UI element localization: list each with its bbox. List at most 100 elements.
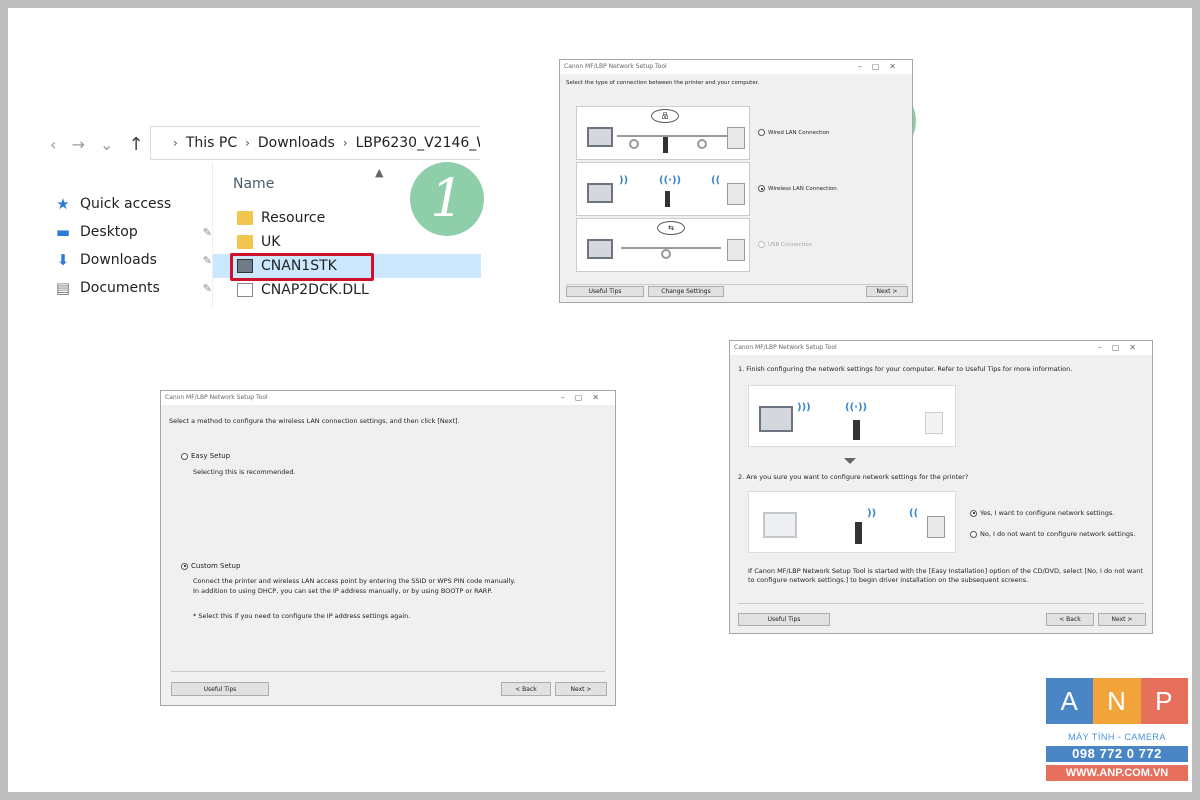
download-icon: ⬇ xyxy=(56,251,70,269)
chevron-right-icon: › xyxy=(342,136,348,150)
no-configure-option[interactable]: No, I do not want to configure network s… xyxy=(970,530,1136,538)
cable-loop xyxy=(629,139,639,149)
sidebar-item-desktop[interactable]: ▬ Desktop ✎ xyxy=(54,218,214,246)
dialog-title: Canon MF/LBP Network Setup Tool xyxy=(734,344,837,351)
back-button[interactable]: < Back xyxy=(1046,613,1094,626)
computer-icon xyxy=(587,239,613,259)
sidebar-item-label: Desktop xyxy=(80,224,138,240)
usb-option[interactable]: USB Connection xyxy=(758,241,812,248)
yes-configure-option[interactable]: Yes, I want to configure network setting… xyxy=(970,509,1114,517)
easy-setup-desc: Selecting this is recommended. xyxy=(193,468,296,476)
radio-button-selected[interactable] xyxy=(970,509,977,517)
sidebar-item-quick-access[interactable]: ★ Quick access xyxy=(54,190,214,218)
window-controls[interactable]: –▢✕ xyxy=(1098,343,1146,352)
radio-button-selected[interactable] xyxy=(181,562,188,570)
custom-setup-option[interactable]: Custom Setup xyxy=(181,562,240,570)
dialog-prompt: Select the type of connection between th… xyxy=(566,80,760,86)
desktop-icon: ▬ xyxy=(55,223,71,241)
printer-icon xyxy=(927,516,945,538)
wifi-wave-icon: (( xyxy=(909,508,919,519)
dialog-prompt: Select a method to configure the wireles… xyxy=(169,417,460,425)
up-arrow-icon[interactable]: ↑ xyxy=(129,134,144,155)
window-controls[interactable]: –▢✕ xyxy=(858,62,906,71)
printer-icon xyxy=(727,183,745,205)
wifi-wave-icon: (( xyxy=(711,175,721,186)
note-text: If Canon MF/LBP Network Setup Tool is st… xyxy=(748,567,1143,584)
column-header-name[interactable]: Name xyxy=(233,176,274,192)
address-bar[interactable]: › This PC › Downloads › LBP6230_V2146_W xyxy=(150,126,480,160)
sidebar-item-label: Downloads xyxy=(80,252,157,268)
confirm-network-dialog: Canon MF/LBP Network Setup Tool –▢✕ 1. F… xyxy=(729,340,1153,634)
pin-icon: ✎ xyxy=(202,225,212,239)
back-button[interactable]: < Back xyxy=(501,682,551,696)
radio-button[interactable] xyxy=(181,452,188,460)
dialog-title: Canon MF/LBP Network Setup Tool xyxy=(165,394,268,401)
computer-icon xyxy=(587,127,613,147)
forward-arrow-icon[interactable]: → xyxy=(72,135,85,154)
next-button[interactable]: Next > xyxy=(1098,613,1146,626)
computer-icon xyxy=(763,512,797,538)
change-settings-button[interactable]: Change Settings xyxy=(648,286,724,297)
radio-button-disabled[interactable] xyxy=(758,241,765,248)
router-icon xyxy=(663,137,668,153)
useful-tips-button[interactable]: Useful Tips xyxy=(738,613,830,626)
radio-button-selected[interactable] xyxy=(758,185,765,192)
logo-phone: 098 772 0 772 xyxy=(1046,746,1188,762)
dialog-titlebar: Canon MF/LBP Network Setup Tool –▢✕ xyxy=(730,341,1152,355)
chevron-right-icon: › xyxy=(173,136,178,150)
folder-icon xyxy=(237,235,253,249)
step1-text: 1. Finish configuring the network settin… xyxy=(738,365,1073,373)
useful-tips-button[interactable]: Useful Tips xyxy=(171,682,269,696)
printer-wifi-illustration: )) (( xyxy=(748,491,956,553)
computer-wifi-illustration: ))) ((·)) xyxy=(748,385,956,447)
back-arrow-icon[interactable]: ‹ xyxy=(50,135,56,154)
easy-setup-option[interactable]: Easy Setup xyxy=(181,452,230,460)
sidebar-item-documents[interactable]: ▤ Documents ✎ xyxy=(54,274,214,302)
wired-lan-option[interactable]: Wired LAN Connection xyxy=(758,129,830,136)
breadcrumb-folder[interactable]: LBP6230_V2146_W xyxy=(356,135,480,151)
wireless-lan-illustration: )) ((·)) (( xyxy=(576,162,750,216)
nav-pane: ★ Quick access ▬ Desktop ✎ ⬇ Downloads ✎… xyxy=(54,190,214,302)
option-label: USB Connection xyxy=(768,241,813,248)
next-button[interactable]: Next > xyxy=(555,682,607,696)
network-icon: 品 xyxy=(651,109,679,123)
useful-tips-button[interactable]: Useful Tips xyxy=(566,286,644,297)
wireless-lan-option[interactable]: Wireless LAN Connection xyxy=(758,185,837,192)
next-button[interactable]: Next > xyxy=(866,286,908,297)
printer-icon xyxy=(925,412,943,434)
logo-letter-n: N xyxy=(1093,678,1141,724)
list-item[interactable]: CNAP2DCK.DLL xyxy=(213,278,481,302)
breadcrumb-downloads[interactable]: Downloads xyxy=(258,135,335,151)
nav-buttons: ‹ → ⌄ ↑ xyxy=(50,134,154,155)
sidebar-item-label: Quick access xyxy=(80,196,172,212)
radio-button[interactable] xyxy=(970,530,977,538)
file-name: CNAP2DCK.DLL xyxy=(261,282,369,298)
wireless-setup-method-dialog: Canon MF/LBP Network Setup Tool –▢✕ Sele… xyxy=(160,390,616,706)
logo-letter-a: A xyxy=(1046,678,1094,724)
logo-letter-p: P xyxy=(1140,678,1188,724)
option-label: No, I do not want to configure network s… xyxy=(980,530,1136,538)
folder-icon xyxy=(237,211,253,225)
star-icon: ★ xyxy=(56,195,70,213)
anp-logo: A N P MÁY TÍNH - CAMERA 098 772 0 772 WW… xyxy=(1046,678,1188,788)
dll-file-icon xyxy=(237,283,253,297)
dialog-title: Canon MF/LBP Network Setup Tool xyxy=(564,63,667,70)
printer-icon xyxy=(727,239,745,261)
cable-loop xyxy=(697,139,707,149)
breadcrumb-this-pc[interactable]: This PC xyxy=(186,135,237,151)
highlight-box xyxy=(230,253,374,281)
chevron-down-icon[interactable]: ⌄ xyxy=(100,135,113,154)
sidebar-item-downloads[interactable]: ⬇ Downloads ✎ xyxy=(54,246,214,274)
computer-icon xyxy=(759,406,793,432)
wifi-wave-icon: ))) xyxy=(797,402,811,413)
chevron-right-icon: › xyxy=(245,136,250,150)
wifi-wave-icon: ((·)) xyxy=(659,175,682,186)
file-name: Resource xyxy=(261,210,326,226)
radio-button[interactable] xyxy=(758,129,765,136)
option-label: Wireless LAN Connection xyxy=(768,185,837,192)
custom-setup-desc-1: Connect the printer and wireless LAN acc… xyxy=(193,577,516,585)
step-badge-1: 1 xyxy=(410,162,484,236)
window-controls[interactable]: –▢✕ xyxy=(561,393,609,402)
sort-up-icon: ▲ xyxy=(375,166,384,179)
cable-loop xyxy=(661,249,671,259)
